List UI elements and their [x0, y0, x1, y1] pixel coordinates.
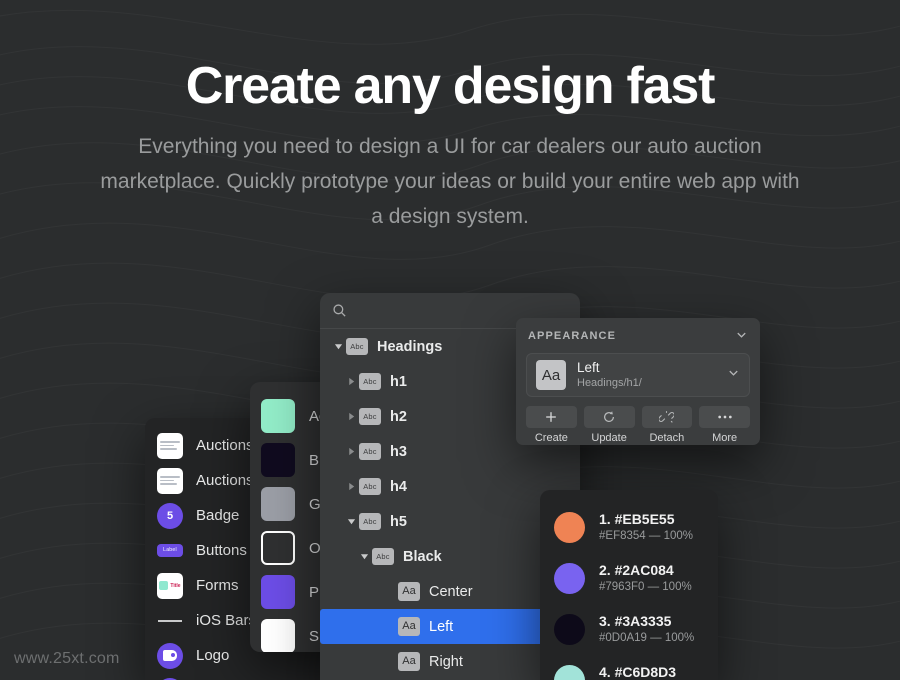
action-label: Detach	[649, 432, 685, 444]
color-dot-icon	[554, 512, 585, 543]
button-pill-icon: Label	[157, 538, 183, 564]
list-item[interactable]: 1. #EB5E55 #EF8354 — 100%	[540, 502, 718, 553]
thumbnail-icon	[157, 432, 183, 459]
list-item[interactable]: 3. #3A3335 #0D0A19 — 100%	[540, 604, 718, 655]
tree-item-label: h2	[390, 408, 407, 425]
color-swatch-icon	[261, 575, 295, 609]
abc-icon: Abc	[359, 373, 381, 390]
color-subtitle: #7963F0 — 100%	[599, 581, 692, 593]
chevron-right-icon[interactable]	[343, 412, 359, 421]
color-title: 4. #C6D8D3	[599, 664, 677, 680]
color-dot-icon	[554, 563, 585, 594]
color-dot-icon	[554, 614, 585, 645]
color-title: 2. #2AC084	[599, 562, 674, 578]
abc-icon: Abc	[359, 443, 381, 460]
update-button[interactable]: Update	[583, 406, 635, 444]
layer-label: Buttons	[196, 542, 247, 559]
tree-item-label: Left	[429, 618, 454, 635]
color-swatch-icon	[261, 531, 295, 565]
selected-style-row[interactable]: Aa Left Headings/h1/	[526, 353, 750, 397]
layer-label: Auctions	[196, 437, 254, 454]
chevron-down-icon[interactable]	[735, 328, 748, 344]
color-swatch-icon	[261, 487, 295, 521]
color-dot-icon	[554, 665, 585, 680]
appearance-panel: APPEARANCE Aa Left Headings/h1/ Create Up…	[516, 318, 760, 445]
style-path: Headings/h1/	[577, 377, 642, 389]
abc-icon: Abc	[346, 338, 368, 355]
aa-icon: Aa	[398, 582, 420, 601]
refresh-icon[interactable]	[583, 406, 635, 428]
logo-icon	[157, 642, 183, 669]
color-title: 3. #3A3335	[599, 613, 672, 629]
layer-label: iOS Bars	[196, 612, 257, 629]
tree-item-left[interactable]: Aa Left	[320, 609, 576, 644]
action-label: Create	[534, 432, 568, 444]
chevron-down-icon[interactable]	[727, 366, 740, 384]
tree-item-label: Right	[429, 653, 463, 670]
aa-icon: Aa	[536, 360, 566, 390]
color-title: 1. #EB5E55	[599, 511, 675, 527]
tree-item-label: Center	[429, 583, 473, 600]
color-list-panel: 1. #EB5E55 #EF8354 — 100% 2. #2AC084 #7963F…	[540, 490, 718, 680]
appearance-title: APPEARANCE	[528, 330, 617, 342]
abc-icon: Abc	[359, 478, 381, 495]
forms-icon: Title	[157, 572, 183, 599]
layer-label: Logo	[196, 647, 230, 664]
list-item[interactable]: 4. #C6D8D3#A2E3D9 — 100%	[540, 655, 718, 680]
tree-item-label: Black	[403, 548, 442, 565]
thumbnail-icon	[157, 467, 183, 494]
color-subtitle: #0D0A19 — 100%	[599, 632, 695, 644]
action-label: More	[712, 432, 738, 444]
aa-icon: Aa	[398, 617, 420, 636]
abc-icon: Abc	[372, 548, 394, 565]
tree-item-label: h5	[390, 513, 407, 530]
list-item[interactable]: ●Map Pin	[145, 673, 330, 680]
tree-item-label: h1	[390, 373, 407, 390]
search-input[interactable]	[355, 305, 545, 320]
page-subtitle: Everything you need to design a UI for c…	[100, 135, 800, 229]
line-icon	[157, 608, 183, 634]
create-button[interactable]: Create	[526, 406, 577, 444]
appearance-header[interactable]: APPEARANCE	[526, 328, 750, 344]
tree-item-label: h4	[390, 478, 407, 495]
list-item[interactable]: 2. #2AC084 #7963F0 — 100%	[540, 553, 718, 604]
color-subtitle: #EF8354 — 100%	[599, 530, 693, 542]
abc-icon: Abc	[359, 408, 381, 425]
color-swatch-icon	[261, 399, 295, 433]
style-name: Left	[577, 360, 600, 375]
chevron-right-icon[interactable]	[343, 447, 359, 456]
page-title: Create any design fast	[185, 57, 716, 115]
tree-item-label: h3	[390, 443, 407, 460]
layer-label: Badge	[196, 507, 240, 524]
detach-button[interactable]: Detach	[641, 406, 693, 444]
ellipsis-icon[interactable]	[699, 406, 750, 428]
chevron-down-icon[interactable]	[330, 342, 346, 351]
chevron-down-icon[interactable]	[343, 517, 359, 526]
chevron-right-icon[interactable]	[343, 377, 359, 386]
watermark: www.25xt.com	[14, 650, 120, 667]
chevron-down-icon[interactable]	[356, 552, 372, 561]
abc-icon: Abc	[359, 513, 381, 530]
color-swatch-icon	[261, 443, 295, 477]
hero-section: Create any design fast Everything you ne…	[0, 0, 900, 234]
broken-link-icon[interactable]	[641, 406, 693, 428]
layer-label: Forms	[196, 577, 239, 594]
chevron-right-icon[interactable]	[343, 482, 359, 491]
more-button[interactable]: More	[699, 406, 750, 444]
tree-item-label: Headings	[377, 338, 443, 355]
action-label: Update	[591, 432, 627, 444]
badge-icon: 5	[157, 502, 183, 529]
plus-icon[interactable]	[526, 406, 577, 428]
search-icon	[332, 303, 347, 323]
aa-icon: Aa	[398, 652, 420, 671]
color-swatch-icon	[261, 619, 295, 652]
